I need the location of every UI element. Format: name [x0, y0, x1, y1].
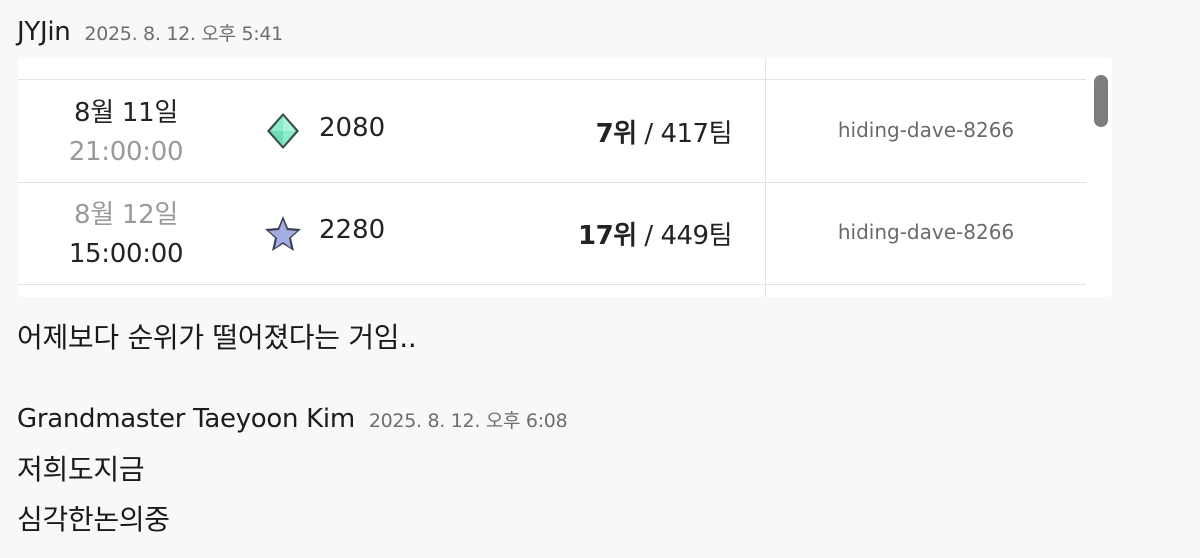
rank-separator: /: [636, 221, 661, 251]
author-name[interactable]: Grandmaster Taeyoon Kim: [17, 404, 355, 434]
rank-separator: /: [636, 119, 661, 149]
rank-place: 7위: [595, 119, 638, 149]
date-text: 8월 11일: [74, 98, 178, 128]
rank-text: 17위 / 449팀: [578, 215, 732, 252]
date-cell: 8월 12일 15:00:00: [46, 196, 206, 274]
message-timestamp: 2025. 8. 12. 오후 5:41: [84, 23, 283, 45]
author-name[interactable]: JYJin: [17, 17, 71, 47]
date-text: 8월 12일: [74, 200, 178, 230]
message-text: 저희도지금: [17, 453, 145, 486]
time-text: 21:00:00: [68, 137, 184, 167]
team-handle: hiding-dave-8266: [837, 118, 1015, 142]
rank-text: 7위 / 417팀: [595, 113, 733, 150]
diamond-tier-icon: [267, 113, 299, 149]
message-header: JYJin 2025. 8. 12. 오후 5:41: [17, 17, 283, 47]
message-timestamp: 2025. 8. 12. 오후 6:08: [368, 410, 568, 432]
table-row: 8월 11일 21:00:00 2080 7위 / 417팀 hiding-da…: [18, 80, 1086, 182]
rank-teams: 449팀: [660, 221, 732, 251]
message-text: 심각한논의중: [17, 503, 170, 536]
rating-value: 2080: [319, 113, 386, 143]
time-text: 15:00:00: [68, 239, 184, 269]
star-tier-icon: [265, 216, 301, 251]
table-divider: [18, 284, 1086, 285]
rating-value: 2280: [319, 215, 386, 245]
message-text: 어제보다 순위가 떨어졌다는 거임..: [17, 321, 417, 354]
attached-image[interactable]: 8월 11일 21:00:00 2080 7위 / 417팀 hiding-da…: [18, 58, 1112, 297]
date-cell: 8월 11일 21:00:00: [46, 94, 206, 172]
table-row: 8월 12일 15:00:00 2280 17위 / 449팀 hiding-d…: [18, 182, 1086, 284]
message-header: Grandmaster Taeyoon Kim 2025. 8. 12. 오후 …: [17, 404, 568, 434]
rank-teams: 417팀: [660, 119, 732, 149]
team-handle: hiding-dave-8266: [837, 220, 1015, 244]
scrollbar-thumb[interactable]: [1094, 75, 1108, 127]
rank-place: 17위: [578, 221, 637, 251]
